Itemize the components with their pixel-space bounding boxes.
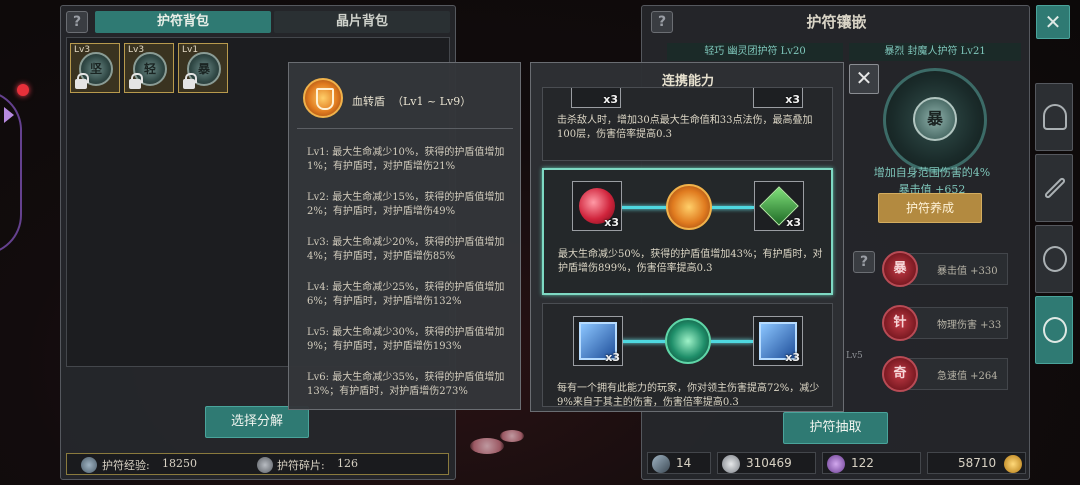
shard-label: 护符碎片: (277, 459, 325, 472)
notification-dot (17, 84, 29, 96)
gem-count: x3 (785, 93, 800, 106)
helmet-icon (1043, 104, 1067, 130)
side-tab-helmet[interactable] (1035, 83, 1073, 151)
ability-name: 血转盾 (352, 95, 385, 108)
currency-gold: 58710 (927, 452, 1026, 474)
gem-slot: x3 (754, 181, 804, 231)
gem-count: x3 (785, 351, 800, 364)
combo-card[interactable]: x3 x3 击杀敌人时，增加30点最大生命值和33点法伤，最高叠加100层，伤害… (542, 87, 833, 161)
stat-text: 暴击值 +330 (937, 266, 998, 277)
amulet-shard-icon (257, 457, 273, 473)
combo-description: 击杀敌人时，增加30点最大生命值和33点法伤，最高叠加100层，伤害倍率提高0.… (557, 115, 813, 140)
tab-amulet-bag[interactable]: 护符背包 (95, 11, 271, 33)
slot-right-title[interactable]: 暴烈 封魔人护符 Lv21 (849, 43, 1021, 61)
level-entry: Lv5: 最大生命减少30%，获得的护盾值增加9%；有护盾时，对护盾增伤193% (307, 327, 505, 352)
expand-arrow-icon[interactable] (4, 107, 14, 123)
sword-count: 14 (676, 456, 692, 470)
gem-slot: x3 (753, 316, 803, 366)
amulet-exp-icon (81, 457, 97, 473)
shield-ability-icon (666, 184, 712, 230)
haste-gem-icon[interactable]: 奇 (882, 356, 918, 392)
silver-icon (722, 455, 740, 473)
amulet-core: 暴 (913, 97, 957, 141)
decompose-button[interactable]: 选择分解 (205, 406, 309, 438)
level-entry: Lv4: 最大生命减少25%，获得的护盾值增加6%；有护盾时，对护盾增伤132% (307, 282, 505, 307)
gold-coin-icon (1004, 455, 1022, 473)
shield-ability-icon (303, 78, 343, 118)
gem-slot: x3 (572, 181, 622, 231)
petal-decoration (470, 438, 504, 454)
inlay-title: 护符镶嵌 (806, 13, 867, 31)
crystal-icon (827, 455, 845, 473)
bag-tabs: 护符背包 晶片背包 (95, 11, 450, 33)
amulet-effect: 增加自身范围伤害的4% (873, 166, 991, 179)
crystal-count: 122 (851, 456, 874, 470)
combo-card[interactable]: x3 x3 每有一个拥有此能力的玩家，你对领主伤害提高72%，减少9%来自于其主… (542, 303, 833, 407)
ability-tooltip: 血转盾 （Lv1 ~ Lv9） Lv1: 最大生命减少10%，获得的护盾值增加1… (288, 62, 521, 410)
ability-range: （Lv1 ~ Lv9） (392, 95, 472, 108)
tab-chip-bag[interactable]: 晶片背包 (274, 11, 450, 33)
sword-icon (652, 455, 670, 473)
gloves-icon (1043, 176, 1067, 200)
gem-count: x3 (605, 351, 620, 364)
physical-gem-icon[interactable]: 针 (882, 305, 918, 341)
gem-count: x3 (786, 216, 801, 229)
gold-count: 58710 (958, 456, 997, 470)
currency-silver: 310469 (717, 452, 816, 474)
lock-icon (183, 73, 197, 89)
close-button[interactable]: ✕ (1036, 5, 1070, 39)
gem-count: x3 (604, 216, 619, 229)
side-tab-gloves[interactable] (1035, 154, 1073, 222)
combo-card-selected[interactable]: x3 x3 最大生命减少50%，获得的护盾值增加43%；有护盾时，对护盾增伤89… (542, 168, 833, 295)
help-icon[interactable]: ? (853, 251, 875, 273)
stat-text: 物理伤害 +33 (937, 320, 1002, 331)
help-icon[interactable]: ? (66, 11, 88, 33)
spirit-ability-icon (665, 318, 711, 364)
exp-value: 18250 (162, 457, 197, 470)
amulet-icon (1043, 317, 1067, 343)
level-tag: Lv5 (846, 351, 863, 361)
modal-close-button[interactable]: ✕ (849, 64, 879, 94)
crit-gem-icon[interactable]: 暴 (882, 251, 918, 287)
gem-slot: x3 (571, 88, 621, 108)
silver-count: 310469 (746, 456, 792, 470)
divider (297, 128, 513, 129)
side-tab-amulet[interactable] (1035, 296, 1073, 364)
currency-crystal: 122 (822, 452, 921, 474)
currency-sword: 14 (647, 452, 711, 474)
bag-currency-bar: 护符经验: 18250 护符碎片: 126 (66, 453, 449, 475)
linked-abilities-modal: 连携能力 x3 x3 击杀敌人时，增加30点最大生命值和33点法伤，最高叠加10… (530, 62, 879, 412)
level-entry: Lv6: 最大生命减少35%，获得的护盾值增加13%；有护盾时，对护盾增伤273… (307, 372, 505, 397)
left-edge-decoration (0, 55, 30, 255)
shield-icon (1043, 246, 1067, 272)
amulet-slot[interactable]: Lv3 轻 (124, 43, 174, 93)
level-entry: Lv2: 最大生命减少15%，获得的护盾值增加2%；有护盾时，对护盾增伤49% (307, 192, 505, 217)
lock-icon (129, 73, 143, 89)
shard-value: 126 (337, 457, 358, 470)
gem-count: x3 (603, 93, 618, 106)
lock-icon (75, 73, 89, 89)
combo-description: 最大生命减少50%，获得的护盾值增加43%；有护盾时，对护盾增伤899%，伤害倍… (558, 249, 823, 274)
amulet-slot[interactable]: Lv1 暴 (178, 43, 228, 93)
petal-decoration (500, 430, 524, 442)
level-entry: Lv1: 最大生命减少10%，获得的护盾值增加1%；有护盾时，对护盾增伤21% (307, 147, 505, 172)
extract-button[interactable]: 护符抽取 (783, 412, 888, 444)
amulet-slot[interactable]: Lv3 坚 (70, 43, 120, 93)
nurture-button[interactable]: 护符养成 (878, 193, 982, 223)
gem-slot: x3 (573, 316, 623, 366)
gem-slot: x3 (753, 88, 803, 108)
stat-text: 急速值 +264 (937, 371, 998, 382)
side-tab-shield[interactable] (1035, 225, 1073, 293)
combo-description: 每有一个拥有此能力的玩家，你对领主伤害提高72%，减少9%来自于其主的伤害，伤害… (557, 383, 820, 407)
level-entry: Lv3: 最大生命减少20%，获得的护盾值增加4%；有护盾时，对护盾增伤85% (307, 237, 505, 262)
equipped-amulet[interactable]: 暴 (865, 63, 1005, 178)
exp-label: 护符经验: (102, 459, 150, 472)
slot-left-title[interactable]: 轻巧 幽灵团护符 Lv20 (667, 43, 843, 61)
